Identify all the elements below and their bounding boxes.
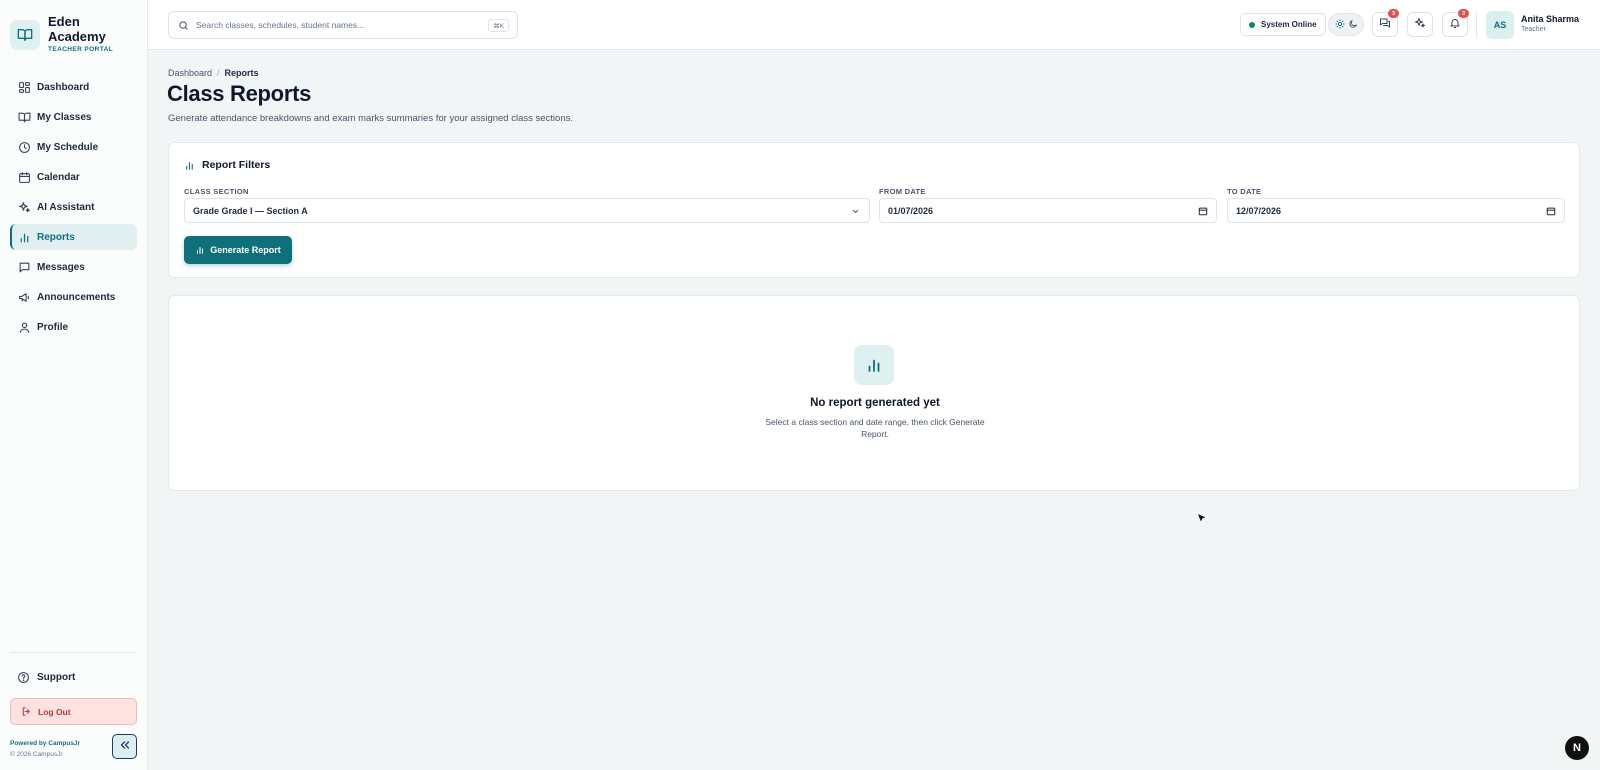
sidebar-item-label: Dashboard bbox=[37, 81, 90, 93]
avatar[interactable]: AS bbox=[1486, 11, 1514, 39]
sun-icon bbox=[1334, 16, 1345, 34]
powered-by: Powered by CampusJr bbox=[10, 740, 81, 747]
chevrons-left-icon bbox=[119, 738, 131, 756]
empty-state-title: No report generated yet bbox=[810, 397, 940, 409]
breadcrumb-separator: / bbox=[217, 68, 220, 78]
message-icon bbox=[17, 260, 31, 274]
page-description: Generate attendance breakdowns and exam … bbox=[168, 113, 574, 124]
clock-icon bbox=[17, 140, 31, 154]
topbar-divider bbox=[1476, 12, 1477, 38]
sidebar-item-label: Calendar bbox=[37, 171, 80, 183]
calendar-icon bbox=[17, 170, 31, 184]
support-label: Support bbox=[37, 671, 76, 683]
filters-title: Report Filters bbox=[184, 159, 270, 171]
theme-toggle[interactable] bbox=[1328, 13, 1364, 36]
sidebar-item-reports[interactable]: Reports bbox=[10, 224, 137, 250]
brand-subtitle: TEACHER PORTAL bbox=[48, 46, 114, 53]
from-date-label: FROM DATE bbox=[879, 187, 926, 196]
sidebar-item-announcements[interactable]: Announcements bbox=[10, 284, 137, 310]
bar-chart-icon bbox=[195, 245, 205, 255]
book-icon bbox=[17, 110, 31, 124]
breadcrumb: Dashboard / Reports bbox=[168, 68, 259, 78]
filters-title-text: Report Filters bbox=[202, 159, 271, 171]
sidebar: Eden Academy TEACHER PORTAL Dashboard My… bbox=[0, 0, 148, 770]
class-section-label: CLASS SECTION bbox=[184, 187, 249, 196]
class-section-select[interactable]: Grade Grade I — Section A bbox=[184, 198, 870, 223]
brand[interactable]: Eden Academy TEACHER PORTAL bbox=[10, 14, 118, 53]
system-status-badge: System Online bbox=[1240, 13, 1326, 36]
breadcrumb-current: Reports bbox=[224, 68, 259, 78]
search-input[interactable] bbox=[196, 20, 486, 30]
sidebar-item-profile[interactable]: Profile bbox=[10, 314, 137, 340]
system-status-label: System Online bbox=[1261, 20, 1317, 29]
class-section-value: Grade Grade I — Section A bbox=[193, 205, 308, 216]
generate-report-label: Generate Report bbox=[210, 245, 281, 255]
search-icon bbox=[178, 19, 190, 31]
messages-badge: 3 bbox=[1388, 9, 1399, 18]
sidebar-item-my-classes[interactable]: My Classes bbox=[10, 104, 137, 130]
sidebar-item-label: My Schedule bbox=[37, 141, 99, 153]
search-box[interactable]: ⌘K bbox=[168, 11, 518, 39]
sidebar-item-label: My Classes bbox=[37, 111, 92, 123]
bar-chart-icon bbox=[17, 230, 31, 244]
sidebar-item-ai-assistant[interactable]: AI Assistant bbox=[10, 194, 137, 220]
to-date-label: TO DATE bbox=[1227, 187, 1262, 196]
page-title: Class Reports bbox=[167, 81, 312, 106]
bar-chart-icon bbox=[184, 159, 196, 171]
user-icon bbox=[17, 320, 31, 334]
to-date-value: 12/07/2026 bbox=[1236, 205, 1282, 216]
from-date-value: 01/07/2026 bbox=[888, 205, 934, 216]
empty-state-description: Select a class section and date range, t… bbox=[765, 417, 985, 439]
sidebar-item-my-schedule[interactable]: My Schedule bbox=[10, 134, 137, 160]
calendar-icon[interactable] bbox=[1198, 206, 1208, 216]
moon-icon bbox=[1348, 16, 1358, 34]
chevron-down-icon bbox=[851, 206, 861, 216]
help-circle-icon bbox=[17, 670, 31, 684]
book-open-icon bbox=[10, 20, 40, 50]
report-filters-card: Report Filters CLASS SECTION Grade Grade… bbox=[168, 142, 1580, 278]
logout-icon bbox=[21, 706, 33, 718]
dashboard-icon bbox=[17, 80, 31, 94]
bell-icon bbox=[1449, 16, 1461, 34]
from-date-input[interactable]: 01/07/2026 bbox=[879, 198, 1217, 223]
sidebar-nav: Dashboard My Classes My Schedule Calenda… bbox=[10, 74, 137, 344]
dev-tools-badge[interactable]: N bbox=[1565, 736, 1589, 760]
megaphone-icon bbox=[17, 290, 31, 304]
sparkles-icon bbox=[1414, 16, 1426, 34]
bar-chart-icon bbox=[854, 345, 894, 385]
copyright: © 2026 CampusJr bbox=[10, 751, 63, 758]
report-empty-state: No report generated yet Select a class s… bbox=[168, 295, 1580, 491]
generate-report-button[interactable]: Generate Report bbox=[184, 236, 292, 264]
sidebar-item-messages[interactable]: Messages bbox=[10, 254, 137, 280]
calendar-icon[interactable] bbox=[1546, 206, 1556, 216]
user-role: Teacher bbox=[1521, 26, 1546, 33]
search-shortcut: ⌘K bbox=[488, 19, 509, 32]
sidebar-item-label: Messages bbox=[37, 261, 85, 273]
support-button[interactable]: Support bbox=[10, 664, 137, 690]
topbar: ⌘K System Online 3 3 AS Anita Sharma Tea… bbox=[148, 0, 1600, 50]
brand-name: Eden Academy bbox=[48, 14, 106, 44]
notifications-badge: 3 bbox=[1458, 9, 1469, 18]
sidebar-item-dashboard[interactable]: Dashboard bbox=[10, 74, 137, 100]
breadcrumb-dashboard[interactable]: Dashboard bbox=[168, 68, 212, 78]
sparkles-icon bbox=[17, 200, 31, 214]
notifications-button[interactable]: 3 bbox=[1442, 9, 1469, 37]
sidebar-item-label: AI Assistant bbox=[37, 201, 95, 213]
logout-label: Log Out bbox=[38, 706, 71, 717]
chat-icon bbox=[1379, 16, 1391, 34]
sidebar-item-label: Profile bbox=[37, 321, 69, 333]
sidebar-divider bbox=[10, 652, 137, 653]
sidebar-item-label: Announcements bbox=[37, 291, 116, 303]
collapse-sidebar-button[interactable] bbox=[112, 734, 137, 759]
sidebar-item-label: Reports bbox=[37, 231, 75, 243]
mouse-cursor-icon bbox=[1196, 512, 1209, 531]
logout-button[interactable]: Log Out bbox=[10, 698, 137, 725]
ai-assistant-button[interactable] bbox=[1407, 12, 1433, 37]
to-date-input[interactable]: 12/07/2026 bbox=[1227, 198, 1565, 223]
status-dot bbox=[1249, 21, 1255, 28]
messages-button[interactable]: 3 bbox=[1372, 9, 1399, 37]
sidebar-item-calendar[interactable]: Calendar bbox=[10, 164, 137, 190]
user-name[interactable]: Anita Sharma bbox=[1521, 14, 1579, 24]
